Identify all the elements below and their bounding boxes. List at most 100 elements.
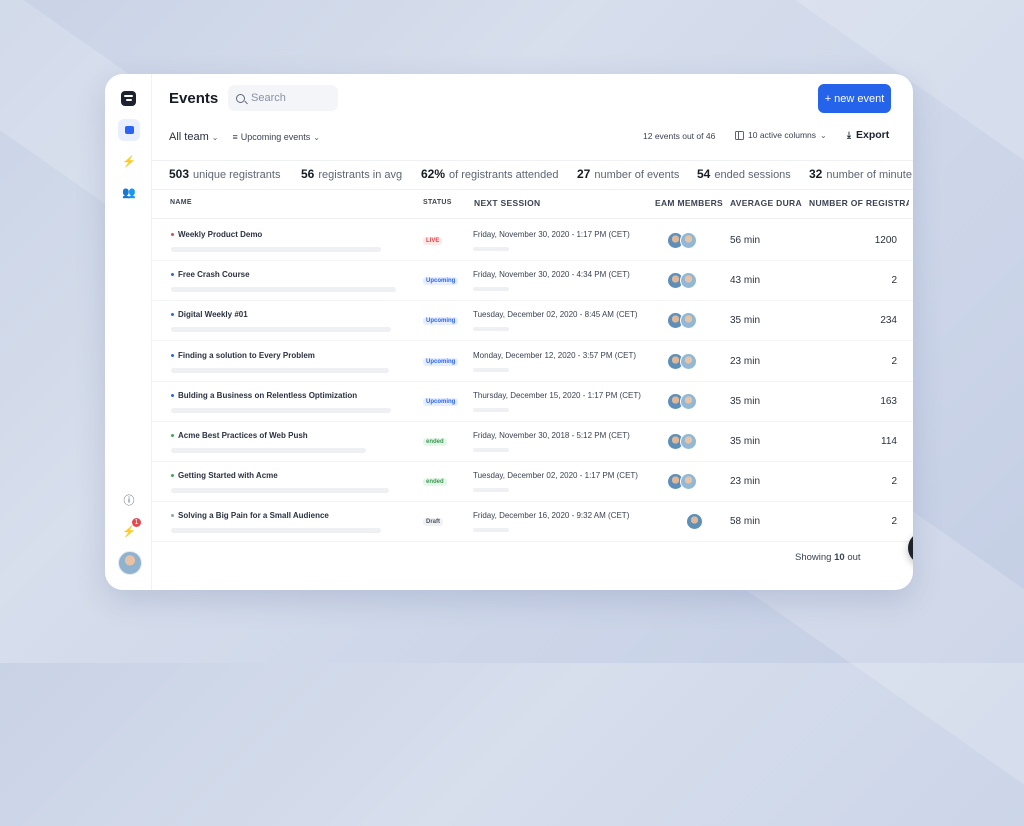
- event-name[interactable]: Acme Best Practices of Web Push: [171, 431, 308, 440]
- placeholder-bar: [473, 367, 509, 372]
- event-name[interactable]: Bulding a Business on Relentless Optimiz…: [171, 391, 357, 400]
- avatar[interactable]: [680, 272, 697, 290]
- placeholder-bar: [473, 488, 509, 493]
- table-row[interactable]: Weekly Product Demo LIVE Friday, November …: [151, 220, 913, 261]
- nav-users[interactable]: 👥: [118, 181, 140, 203]
- event-name[interactable]: Digital Weekly #01: [171, 310, 248, 319]
- status-dot-icon: [171, 353, 174, 357]
- event-name[interactable]: Finding a solution to Every Problem: [171, 351, 315, 360]
- columns-dropdown[interactable]: 10 active columns ⌄: [735, 130, 827, 140]
- table-row[interactable]: Finding a solution to Every Problem Upcom…: [151, 341, 913, 382]
- avatar[interactable]: [680, 473, 697, 491]
- col-average-duration[interactable]: AVERAGE DURA: [730, 198, 802, 208]
- user-avatar[interactable]: [118, 551, 142, 575]
- table-row[interactable]: Solving a Big Pain for a Small Audience D…: [151, 501, 913, 543]
- question-circle-icon: ⓘ: [123, 495, 135, 507]
- nav-events[interactable]: [118, 119, 140, 141]
- export-button[interactable]: ⤓ Export: [847, 129, 889, 141]
- stat-events: 27 number of events: [577, 167, 680, 181]
- col-registrants[interactable]: NUMBER OF REGISTRA: [809, 198, 909, 208]
- chevron-down-icon: ⌄: [211, 132, 219, 142]
- events-count: 12 events out of 46: [643, 131, 716, 141]
- pagination-info: Showing 10 out: [795, 552, 861, 563]
- table-row[interactable]: Acme Best Practices of Web Push ended Frid…: [151, 421, 913, 462]
- next-session: Tuesday, December 02, 2020 - 8:45 AM (CE…: [473, 310, 638, 320]
- table-row[interactable]: Getting Started with Acme ended Tuesday, D…: [151, 461, 913, 503]
- event-name-label: Weekly Product Demo: [178, 230, 263, 239]
- event-name[interactable]: Weekly Product Demo: [171, 230, 262, 239]
- nav-activity[interactable]: ⚡: [118, 150, 140, 172]
- placeholder-bar: [171, 528, 381, 534]
- average-duration: 35 min: [730, 395, 761, 407]
- team-avatars[interactable]: [667, 312, 697, 330]
- registrants-count: 234: [880, 315, 897, 327]
- sidebar: ⚡ 👥 ⓘ ⚡ 1: [105, 74, 152, 590]
- placeholder-bar: [473, 448, 509, 452]
- status-badge: LIVE: [423, 237, 443, 245]
- average-duration: 58 min: [730, 516, 761, 528]
- average-duration: 35 min: [730, 436, 761, 447]
- nav-help[interactable]: ⓘ: [118, 489, 140, 511]
- avatar[interactable]: [680, 352, 697, 370]
- search-input[interactable]: Search: [228, 85, 338, 111]
- next-session: Friday, November 30, 2020 - 4:34 PM (CET…: [473, 270, 630, 280]
- placeholder-bar: [473, 407, 509, 412]
- registrants-count: 163: [880, 395, 897, 407]
- event-name[interactable]: Free Crash Course: [171, 270, 250, 279]
- col-status[interactable]: STATUS: [423, 199, 452, 206]
- stat-ended-sessions: 54 ended sessions: [697, 167, 791, 181]
- team-avatars[interactable]: [667, 433, 697, 450]
- columns-label: 10 active columns: [748, 130, 817, 140]
- filter-icon: ≡: [232, 132, 238, 142]
- next-session: Friday, November 30, 2018 - 5:12 PM (CET…: [473, 431, 630, 440]
- team-avatars[interactable]: [667, 352, 697, 370]
- average-duration: 23 min: [730, 476, 761, 488]
- next-session: Tuesday, December 02, 2020 - 1:17 PM (CE…: [473, 471, 638, 481]
- status-badge: Draft: [423, 518, 444, 527]
- registrants-count: 2: [891, 476, 897, 488]
- avatar[interactable]: [680, 312, 697, 330]
- notification-badge: 1: [132, 518, 141, 527]
- table-header: NAME STATUS NEXT SESSION TEAM MEMBERS AV…: [151, 188, 913, 219]
- team-dropdown-label: All team: [169, 131, 209, 143]
- table-row[interactable]: Bulding a Business on Relentless Optimiz…: [151, 381, 913, 422]
- placeholder-bar: [171, 448, 366, 453]
- col-next-session[interactable]: NEXT SESSION: [474, 198, 540, 208]
- events-filter-dropdown[interactable]: ≡ Upcoming events ⌄: [232, 132, 320, 142]
- avatar[interactable]: [680, 433, 697, 450]
- next-session: Friday, December 16, 2020 - 9:32 AM (CET…: [473, 511, 630, 521]
- team-avatars[interactable]: [667, 473, 697, 491]
- placeholder-bar: [473, 247, 509, 251]
- chevron-down-icon: ⌄: [820, 130, 827, 140]
- avatar[interactable]: [680, 392, 697, 410]
- events-filter-label: Upcoming events: [240, 132, 311, 142]
- team-dropdown[interactable]: All team ⌄: [169, 131, 218, 143]
- event-name[interactable]: Solving a Big Pain for a Small Audience: [171, 511, 329, 520]
- team-avatars[interactable]: [686, 513, 703, 531]
- placeholder-bar: [473, 327, 509, 332]
- team-avatars[interactable]: [667, 392, 697, 410]
- next-session: Monday, December 12, 2020 - 3:57 PM (CET…: [473, 350, 637, 360]
- status-badge: Upcoming: [423, 277, 459, 286]
- col-name[interactable]: NAME: [170, 199, 192, 206]
- placeholder-bar: [473, 287, 509, 292]
- avatar[interactable]: [686, 513, 703, 531]
- avatar[interactable]: [680, 232, 697, 249]
- registrants-count: 1200: [874, 235, 897, 246]
- next-session: Friday, November 30, 2020 - 1:17 PM (CET…: [473, 230, 630, 239]
- status-dot-icon: [171, 313, 174, 317]
- new-event-button[interactable]: + new event: [818, 84, 891, 113]
- event-name-label: Bulding a Business on Relentless Optimiz…: [178, 390, 358, 400]
- app-logo-icon[interactable]: [121, 91, 136, 106]
- placeholder-bar: [171, 488, 389, 494]
- table-row[interactable]: Free Crash Course Upcoming Friday, Novembe…: [151, 260, 913, 302]
- team-avatars[interactable]: [667, 272, 697, 290]
- nav-notifications[interactable]: ⚡ 1: [118, 518, 141, 542]
- stat-registrants-avg: 56 registrants in avg: [301, 167, 403, 181]
- team-avatars[interactable]: [667, 232, 697, 249]
- placeholder-bar: [473, 528, 509, 533]
- table-row[interactable]: Digital Weekly #01 Upcoming Tuesday, Decem…: [151, 300, 913, 342]
- col-team-members[interactable]: TEAM MEMBERS: [655, 198, 723, 208]
- status-badge: ended: [423, 438, 447, 446]
- event-name[interactable]: Getting Started with Acme: [171, 471, 278, 480]
